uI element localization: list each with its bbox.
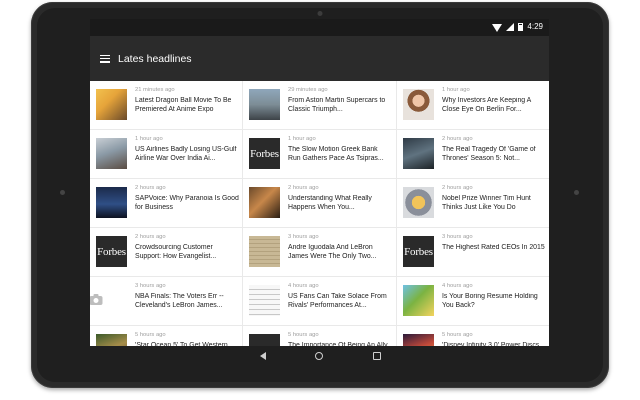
article-time: 2 hours ago bbox=[288, 185, 319, 191]
headline-card[interactable]: 4 hours ago US Fans Can Take Solace From … bbox=[243, 277, 396, 325]
article-title: Andre Iguodala And LeBron James Were The… bbox=[288, 244, 377, 260]
article-time: 5 hours ago bbox=[442, 332, 473, 338]
camera-icon bbox=[90, 294, 103, 305]
article-thumbnail bbox=[249, 89, 280, 120]
article-thumbnail bbox=[403, 334, 434, 346]
article-time: 1 hour ago bbox=[135, 136, 163, 142]
article-title: SAPVoice: Why Paranoia Is Good for Busin… bbox=[135, 195, 239, 211]
article-time: 29 minutes ago bbox=[288, 87, 328, 93]
article-time: 5 hours ago bbox=[288, 332, 319, 338]
status-time: 4:29 bbox=[527, 22, 543, 31]
forbes-logo-thumbnail: Forbes bbox=[249, 138, 280, 169]
article-time: 21 minutes ago bbox=[135, 87, 175, 93]
signal-icon bbox=[506, 23, 515, 31]
article-thumbnail bbox=[249, 285, 280, 316]
article-title: Nobel Prize Winner Tim Hunt Thinks Just … bbox=[442, 195, 531, 211]
forbes-logo-thumbnail: Forbes bbox=[96, 236, 127, 267]
article-thumbnail bbox=[249, 236, 280, 267]
article-time: 4 hours ago bbox=[442, 283, 473, 289]
camera-placeholder-thumbnail bbox=[90, 285, 112, 316]
forbes-logo-thumbnail: Forbes bbox=[403, 236, 434, 267]
recent-apps-icon[interactable] bbox=[371, 350, 383, 362]
article-time: 1 hour ago bbox=[442, 87, 470, 93]
headline-card[interactable]: 29 minutes ago From Aston Martin Supercar… bbox=[243, 81, 396, 129]
article-thumbnail bbox=[96, 138, 127, 169]
headline-card[interactable]: Forbes 1 hour ago The Slow Motion Greek Ba… bbox=[243, 130, 396, 178]
app-toolbar: Lates headlines bbox=[90, 36, 549, 81]
article-title: NBA Finals: The Voters Err -- Cleveland'… bbox=[135, 293, 224, 309]
article-thumbnail bbox=[96, 334, 127, 346]
article-time: 3 hours ago bbox=[442, 234, 473, 240]
article-title: Is Your Boring Resume Holding You Back? bbox=[442, 293, 538, 309]
article-title: Latest Dragon Ball Movie To Be Premiered… bbox=[135, 97, 232, 113]
wifi-icon bbox=[492, 23, 503, 32]
article-title: The Slow Motion Greek Bank Run Gathers P… bbox=[288, 146, 384, 162]
article-thumbnail bbox=[249, 187, 280, 218]
headline-card[interactable]: 2 hours ago Nobel Prize Winner Tim Hunt T… bbox=[397, 179, 549, 227]
headline-card[interactable]: Forbes 2 hours ago Crowdsourcing Customer … bbox=[90, 228, 242, 276]
article-time: 2 hours ago bbox=[135, 234, 166, 240]
headline-card[interactable]: 1 hour ago Why Investors Are Keeping A Cl… bbox=[397, 81, 549, 129]
back-icon[interactable] bbox=[257, 350, 269, 362]
article-thumbnail bbox=[403, 89, 434, 120]
article-time: 2 hours ago bbox=[135, 185, 166, 191]
headline-card[interactable]: 1 hour ago US Airlines Badly Losing US-Gu… bbox=[90, 130, 242, 178]
article-time: 2 hours ago bbox=[442, 136, 473, 142]
right-sensor bbox=[574, 190, 579, 195]
article-title: The Highest Rated CEOs In 2015 bbox=[442, 244, 545, 251]
headline-grid: 21 minutes ago Latest Dragon Ball Movie T… bbox=[90, 81, 549, 346]
headline-card[interactable]: 5 hours ago 'Disney Infinity 3.0' Power D… bbox=[397, 326, 549, 346]
article-title: Understanding What Really Happens When Y… bbox=[288, 195, 372, 211]
left-sensor bbox=[60, 190, 65, 195]
headline-card[interactable]: 3 hours ago Andre Iguodala And LeBron Jam… bbox=[243, 228, 396, 276]
home-icon[interactable] bbox=[313, 350, 325, 362]
forbes-logo-thumbnail: Forbes bbox=[249, 334, 280, 346]
article-time: 2 hours ago bbox=[442, 185, 473, 191]
article-time: 3 hours ago bbox=[135, 283, 166, 289]
article-title: Why Investors Are Keeping A Close Eye On… bbox=[442, 97, 531, 113]
article-time: 4 hours ago bbox=[288, 283, 319, 289]
battery-icon bbox=[518, 23, 524, 31]
article-thumbnail bbox=[96, 89, 127, 120]
headline-card[interactable]: 2 hours ago The Real Tragedy Of 'Game of … bbox=[397, 130, 549, 178]
headline-card[interactable]: 3 hours ago NBA Finals: The Voters Err --… bbox=[90, 277, 242, 325]
app-screen: 4:29 Lates headlines 21 minutes ago Lates… bbox=[90, 19, 549, 346]
headline-card[interactable]: 5 hours ago 'Star Ocean 5' To Get Western… bbox=[90, 326, 242, 346]
menu-icon[interactable] bbox=[100, 54, 110, 63]
article-thumbnail bbox=[96, 187, 127, 218]
article-time: 5 hours ago bbox=[135, 332, 166, 338]
article-title: The Real Tragedy Of 'Game of Thrones' Se… bbox=[442, 146, 536, 162]
toolbar-title: Lates headlines bbox=[118, 52, 192, 65]
headline-card[interactable]: 2 hours ago SAPVoice: Why Paranoia Is Goo… bbox=[90, 179, 242, 227]
headline-card[interactable]: 21 minutes ago Latest Dragon Ball Movie T… bbox=[90, 81, 242, 129]
status-bar: 4:29 bbox=[90, 19, 549, 36]
article-title: Crowdsourcing Customer Support: How Evan… bbox=[135, 244, 217, 260]
article-title: From Aston Martin Supercars to Classic T… bbox=[288, 97, 386, 113]
headline-card[interactable]: 4 hours ago Is Your Boring Resume Holding… bbox=[397, 277, 549, 325]
article-time: 1 hour ago bbox=[288, 136, 316, 142]
article-thumbnail bbox=[403, 138, 434, 169]
article-time: 3 hours ago bbox=[288, 234, 319, 240]
navigation-bar bbox=[90, 346, 549, 366]
article-title: US Airlines Badly Losing US-Gulf Airline… bbox=[135, 146, 237, 162]
front-camera bbox=[317, 11, 323, 16]
headline-card[interactable]: 2 hours ago Understanding What Really Hap… bbox=[243, 179, 396, 227]
headline-card[interactable]: Forbes 3 hours ago The Highest Rated CEOs … bbox=[397, 228, 549, 276]
status-icons: 4:29 bbox=[492, 22, 543, 32]
headline-card[interactable]: Forbes5 hours agoThe Importance Of Being… bbox=[243, 326, 396, 346]
article-title: US Fans Can Take Solace From Rivals' Per… bbox=[288, 293, 387, 309]
article-thumbnail bbox=[403, 187, 434, 218]
article-thumbnail bbox=[403, 285, 434, 316]
